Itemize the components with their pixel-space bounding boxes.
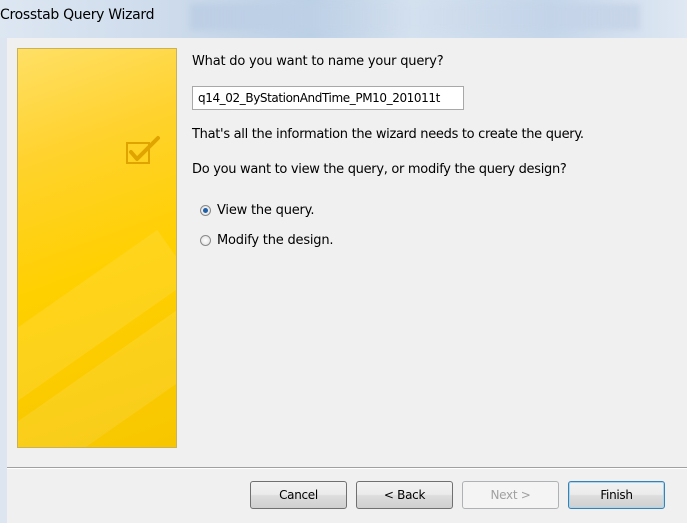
crosstab-query-wizard-window: Crosstab Query Wizard What do you want t… [0,0,687,523]
next-button[interactable]: Next > [462,481,559,509]
window-left-border [0,38,7,523]
finish-button[interactable]: Finish [568,481,665,509]
checkbox-check-icon [126,136,160,164]
cancel-button[interactable]: Cancel [250,481,347,509]
view-query-label: View the query. [217,203,315,218]
view-query-option[interactable]: View the query. [200,203,314,218]
query-name-input[interactable] [192,86,464,110]
button-separator [7,467,687,469]
modify-design-option[interactable]: Modify the design. [200,233,334,248]
modify-design-label: Modify the design. [217,233,334,248]
view-or-modify-prompt: Do you want to view the query, or modify… [192,162,567,177]
title-bar[interactable]: Crosstab Query Wizard [0,0,687,38]
window-title: Crosstab Query Wizard [0,7,155,23]
query-name-question: What do you want to name your query? [192,54,444,69]
back-button[interactable]: < Back [356,481,453,509]
wizard-info-text: That's all the information the wizard ne… [192,127,584,142]
view-query-radio[interactable] [200,205,211,216]
wizard-banner [17,48,177,448]
modify-design-radio[interactable] [200,235,211,246]
title-bar-glass [190,4,640,30]
